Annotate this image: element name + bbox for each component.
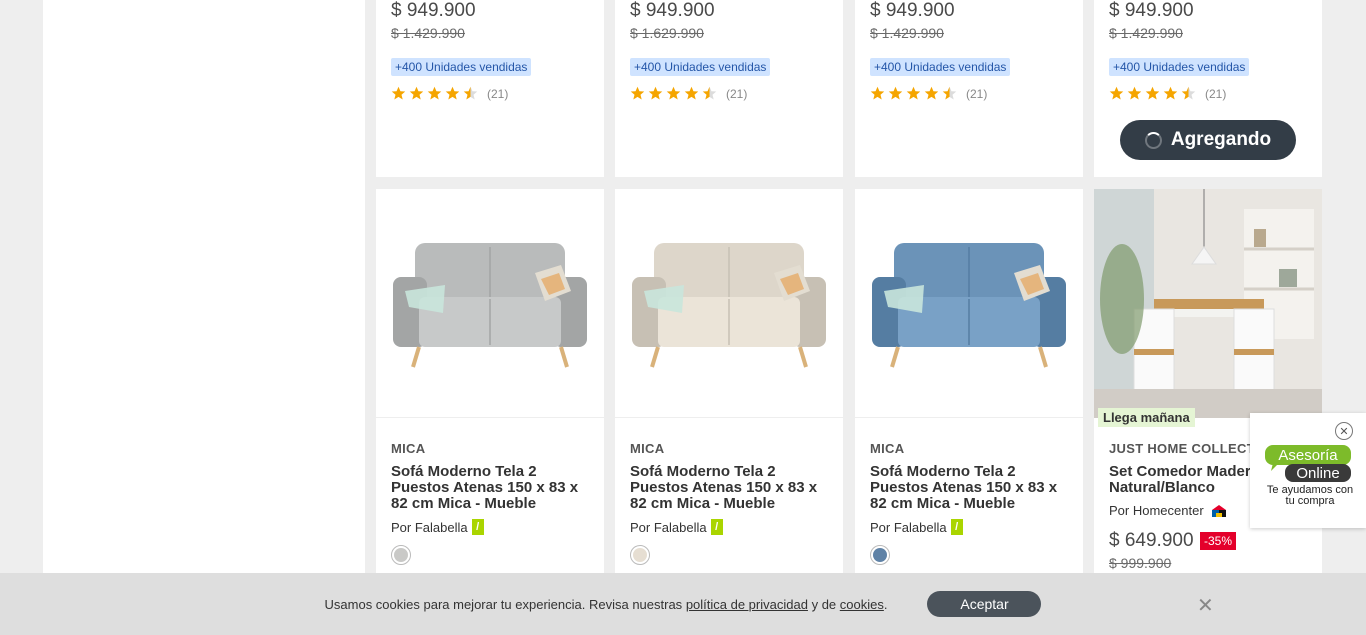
review-count: (21) — [966, 86, 988, 101]
product-card[interactable]: $ 949.900 $ 1.629.990 +400 Unidades vend… — [615, 0, 843, 177]
product-image[interactable] — [615, 189, 843, 418]
star-icon — [1127, 86, 1142, 100]
star-icon — [630, 86, 645, 100]
star-icon — [391, 86, 406, 100]
asesoria-online-logo-icon: Asesoría Online — [1265, 445, 1351, 482]
logo-line1-text: Asesoría — [1278, 447, 1338, 464]
color-swatch[interactable] — [391, 545, 411, 565]
color-swatch[interactable] — [870, 545, 890, 565]
product-title[interactable]: Sofá Moderno Tela 2 Puestos Atenas 150 x… — [630, 464, 835, 512]
seller-name: Por Homecenter — [1109, 503, 1204, 518]
product-brand: MICA — [870, 441, 905, 456]
delivery-badge: Llega mañana — [1098, 408, 1195, 427]
product-price: $ 949.900 — [391, 0, 476, 21]
loading-spinner-icon — [1144, 131, 1162, 149]
units-sold-badge: +400 Unidades vendidas — [870, 58, 1011, 76]
product-price: $ 949.900 — [630, 0, 715, 21]
star-icon — [1145, 86, 1160, 100]
homecenter-logo-icon — [1211, 504, 1226, 517]
product-title[interactable]: Sofá Moderno Tela 2 Puestos Atenas 150 x… — [870, 464, 1075, 512]
star-icon — [666, 86, 681, 100]
rating-stars: (21) — [630, 86, 747, 101]
product-image[interactable] — [855, 189, 1083, 418]
online-assistance-widget[interactable]: ✕ Asesoría Online Te ayudamos con tu com… — [1250, 413, 1366, 528]
star-icon — [870, 86, 885, 100]
seller-name: Por Falabella — [870, 519, 947, 535]
product-brand: MICA — [630, 441, 665, 456]
sofa-image — [632, 243, 826, 368]
rating-stars: (21) — [870, 86, 987, 101]
star-icon — [924, 86, 939, 100]
units-sold-badge: +400 Unidades vendidas — [391, 58, 532, 76]
product-image[interactable] — [1094, 189, 1322, 418]
rating-stars: (21) — [1109, 86, 1226, 101]
cookies-link[interactable]: cookies — [840, 597, 884, 612]
star-icon — [888, 86, 903, 100]
dining-set-image — [1094, 189, 1322, 418]
product-price: $ 649.900 — [1109, 530, 1194, 551]
filters-sidebar — [43, 0, 365, 635]
falabella-logo-icon: / — [471, 519, 484, 535]
product-card[interactable]: MICA Sofá Moderno Tela 2 Puestos Atenas … — [615, 189, 843, 635]
accept-cookies-button[interactable]: Aceptar — [927, 591, 1042, 617]
add-to-cart-button[interactable]: Agregando — [1120, 120, 1296, 160]
product-old-price: $ 1.429.990 — [1109, 25, 1183, 41]
product-image[interactable] — [376, 189, 604, 418]
star-icon — [1163, 86, 1178, 100]
product-price: $ 949.900 — [1109, 0, 1194, 21]
product-old-price: $ 1.429.990 — [391, 25, 465, 41]
star-icon — [1109, 86, 1124, 100]
product-card[interactable]: MICA Sofá Moderno Tela 2 Puestos Atenas … — [855, 189, 1083, 635]
seller-name: Por Falabella — [630, 519, 707, 535]
product-card[interactable]: $ 949.900 $ 1.429.990 +400 Unidades vend… — [1094, 0, 1322, 177]
review-count: (21) — [1205, 86, 1227, 101]
star-icon — [648, 86, 663, 100]
star-icon — [942, 86, 957, 100]
units-sold-badge: +400 Unidades vendidas — [630, 58, 771, 76]
sofa-image — [393, 243, 587, 368]
product-title[interactable]: Sofá Moderno Tela 2 Puestos Atenas 150 x… — [391, 464, 596, 512]
falabella-logo-icon: / — [950, 519, 963, 535]
color-swatch[interactable] — [630, 545, 650, 565]
product-old-price: $ 999.900 — [1109, 555, 1172, 571]
product-card[interactable]: Llega mañana JUST HOME COLLECTION Set Co… — [1094, 189, 1322, 635]
logo-line2-text: Online — [1296, 465, 1339, 482]
product-seller: Por Falabella / — [870, 519, 963, 535]
cookie-text: Usamos cookies para mejorar tu experienc… — [324, 596, 683, 612]
star-icon — [702, 86, 717, 100]
product-card[interactable]: MICA Sofá Moderno Tela 2 Puestos Atenas … — [376, 189, 604, 635]
close-icon[interactable]: ✕ — [1197, 593, 1214, 618]
sofa-image — [872, 243, 1066, 368]
seller-name: Por Falabella — [391, 519, 468, 535]
product-old-price: $ 1.629.990 — [630, 25, 704, 41]
product-seller: Por Falabella / — [630, 519, 723, 535]
product-price: $ 949.900 — [870, 0, 955, 21]
star-icon — [684, 86, 699, 100]
product-card[interactable]: $ 949.900 $ 1.429.990 +400 Unidades vend… — [376, 0, 604, 177]
star-icon — [1181, 86, 1196, 100]
star-icon — [427, 86, 442, 100]
cookie-period: . — [883, 596, 888, 612]
star-icon — [906, 86, 921, 100]
close-icon[interactable]: ✕ — [1335, 422, 1353, 440]
review-count: (21) — [726, 86, 748, 101]
product-seller: Por Falabella / — [391, 519, 484, 535]
privacy-policy-link[interactable]: política de privacidad — [686, 597, 808, 612]
review-count: (21) — [487, 86, 509, 101]
product-brand: MICA — [391, 441, 426, 456]
chat-tagline: Te ayudamos con tu compra — [1266, 484, 1354, 507]
star-icon — [445, 86, 460, 100]
product-seller: Por Homecenter — [1109, 503, 1228, 518]
discount-badge: -35% — [1200, 532, 1237, 550]
cookie-banner: Usamos cookies para mejorar tu experienc… — [0, 573, 1366, 635]
star-icon — [409, 86, 424, 100]
star-icon — [463, 86, 478, 100]
cookie-and-text: y de — [811, 596, 837, 612]
product-card[interactable]: $ 949.900 $ 1.429.990 +400 Unidades vend… — [855, 0, 1083, 177]
falabella-logo-icon: / — [710, 519, 723, 535]
rating-stars: (21) — [391, 86, 508, 101]
add-to-cart-label: Agregando — [1170, 129, 1272, 150]
units-sold-badge: +400 Unidades vendidas — [1109, 58, 1250, 76]
product-old-price: $ 1.429.990 — [870, 25, 944, 41]
